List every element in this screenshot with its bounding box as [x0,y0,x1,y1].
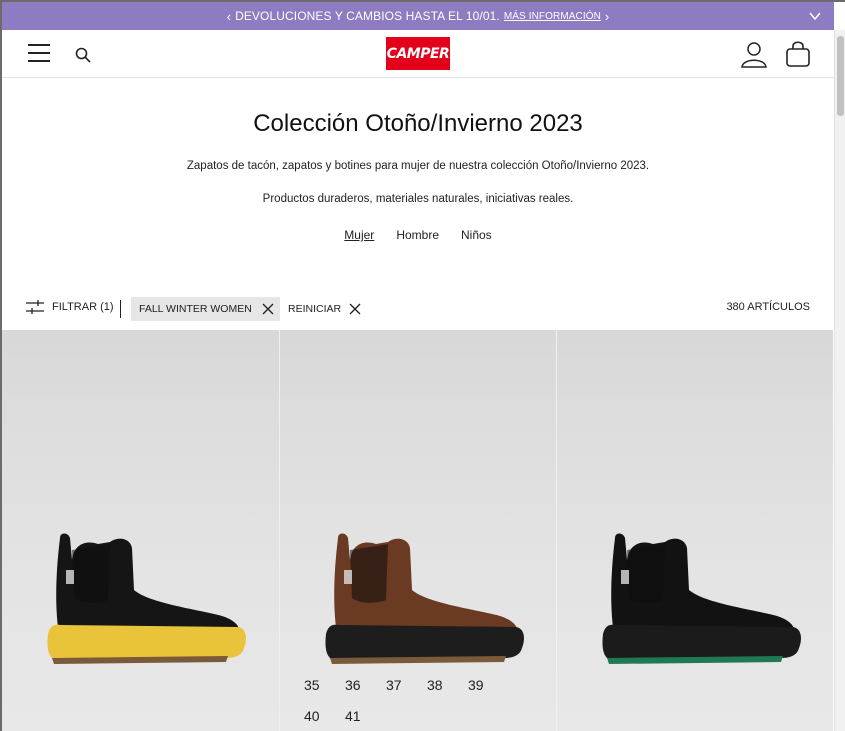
tab-hombre[interactable]: Hombre [396,228,439,242]
promo-text: DEVOLUCIONES Y CAMBIOS HASTA EL 10/01. [235,9,500,23]
reset-label: REINICIAR [288,303,342,315]
scrollbar-thumb[interactable] [837,36,844,116]
page-title: Colección Otoño/Invierno 2023 [253,110,583,137]
site-header: CAMPER [2,30,834,78]
filter-divider [120,300,121,318]
tab-mujer[interactable]: Mujer [344,228,374,242]
chevron-left-icon[interactable]: ‹ [227,9,231,24]
active-filter-label: FALL WINTER WOMEN [139,303,252,315]
page-scrollbar[interactable] [834,30,845,731]
promo-more-info-link[interactable]: MÁS INFORMACIÓN [504,11,601,22]
filter-button[interactable]: FILTRAR (1) [26,300,114,314]
gender-tabs: Mujer Hombre Niños [2,228,834,242]
chevron-right-icon[interactable]: › [605,9,609,24]
size-option[interactable]: 38 [427,670,468,701]
product-card[interactable] [2,330,279,731]
chevron-down-icon[interactable] [808,9,822,23]
size-option[interactable]: 41 [345,701,386,731]
active-filter-chip[interactable]: FALL WINTER WOMEN [131,297,280,321]
tab-ninos[interactable]: Niños [461,228,492,242]
size-option[interactable]: 35 [304,670,345,701]
sliders-icon [26,300,44,314]
product-grid: 35 36 37 38 39 40 41 [2,330,834,731]
close-icon [349,303,361,315]
collection-description: Zapatos de tacón, zapatos y botines para… [186,160,650,172]
size-option[interactable]: 37 [386,670,427,701]
close-icon[interactable] [262,303,274,315]
size-option[interactable]: 39 [468,670,509,701]
camper-logo[interactable]: CAMPER [386,37,450,70]
filter-label: FILTRAR (1) [52,301,114,313]
size-option[interactable]: 40 [304,701,345,731]
shopping-bag-icon[interactable] [785,40,811,68]
boot-image [47,533,247,664]
boot-image [325,533,524,664]
article-count: 380 ARTÍCULOS [726,301,810,313]
product-card[interactable] [556,330,833,731]
user-account-icon[interactable] [740,40,768,68]
collection-tagline: Productos duraderos, materiales naturale… [262,193,574,205]
boot-image [602,533,801,664]
product-card[interactable]: 35 36 37 38 39 40 41 [279,330,556,731]
size-option[interactable]: 36 [345,670,386,701]
size-selector: 35 36 37 38 39 40 41 [304,670,544,731]
filter-bar: FILTRAR (1) FALL WINTER WOMEN REINICIAR … [2,296,834,322]
menu-icon[interactable] [28,44,50,64]
reset-filters-button[interactable]: REINICIAR [288,297,361,321]
promo-banner: ‹ DEVOLUCIONES Y CAMBIOS HASTA EL 10/01.… [2,2,834,30]
search-icon[interactable] [74,46,92,64]
